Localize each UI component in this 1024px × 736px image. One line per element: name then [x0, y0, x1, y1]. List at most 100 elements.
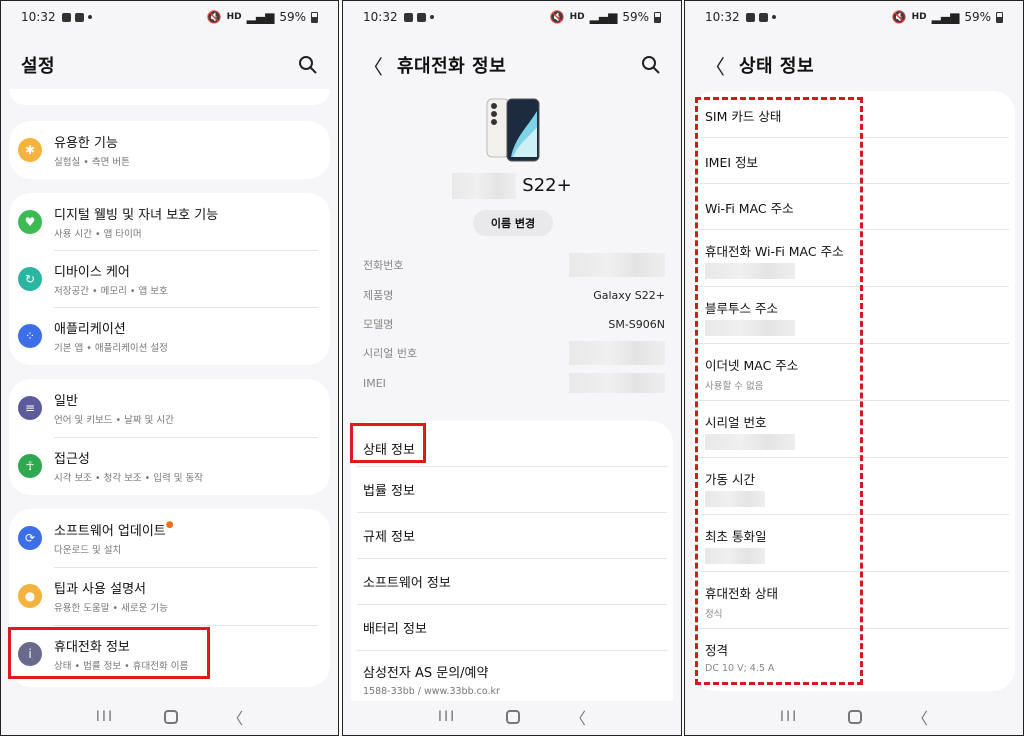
notification-dot-icon [87, 15, 92, 19]
settings-item-device-care[interactable]: ↻ 디바이스 케어 저장공간 • 메모리 • 앱 보호 [9, 250, 330, 307]
info-row-product-name: 제품명 Galaxy S22+ [363, 285, 665, 305]
navigation-bar: III 〈 [1, 699, 338, 735]
page-title: 상태 정보 [739, 56, 815, 77]
menu-label: 규제 정보 [363, 530, 415, 545]
phone-image [486, 98, 540, 162]
divider [357, 466, 667, 467]
notification-dot-icon [429, 15, 434, 19]
navigation-bar: III 〈 [343, 699, 681, 735]
item-sub: 기본 앱 • 애플리케이션 설정 [54, 342, 168, 354]
status-bar: 10:32 🔇 HD ▂▄▆ 59% [1, 1, 338, 33]
page-header: 〈 휴대전화 정보 [343, 45, 681, 85]
hd-icon: HD [226, 12, 242, 22]
highlight-dashed-box [695, 97, 863, 685]
info-label: 모델명 [363, 318, 394, 331]
hd-icon: HD [911, 12, 927, 22]
back-button[interactable]: 〈 [570, 705, 586, 729]
menu-card [351, 421, 673, 701]
status-time: 10:32 [21, 10, 56, 24]
mute-icon: 🔇 [549, 10, 565, 24]
page-title: 설정 [21, 56, 56, 77]
back-button[interactable]: 〈 [912, 705, 928, 729]
notification-icon [74, 12, 84, 22]
home-button[interactable] [506, 710, 521, 724]
item-label: 유용한 기능 [54, 136, 118, 151]
menu-label: 배터리 정보 [363, 622, 427, 637]
info-row-phone-number: 전화번호 [363, 253, 665, 277]
notification-icon [416, 12, 426, 22]
status-time: 10:32 [705, 10, 740, 24]
info-label: 시리얼 번호 [363, 347, 418, 360]
divider [357, 512, 667, 513]
notification-icon [61, 12, 71, 22]
info-row-serial: 시리얼 번호 [363, 341, 665, 365]
info-row-model-name: 모델명 SM-S906N [363, 314, 665, 334]
menu-item-regulatory[interactable]: 규제 정보 [363, 526, 665, 545]
divider [357, 650, 667, 651]
mute-icon: 🔇 [206, 10, 222, 24]
settings-item-general[interactable]: ≡ 일반 언어 및 키보드 • 날짜 및 시간 [9, 379, 330, 437]
page-header: 〈 상태 정보 [685, 45, 1023, 85]
highlight-box [350, 423, 426, 463]
recents-button[interactable]: III [96, 709, 114, 725]
menu-item-legal[interactable]: 법률 정보 [363, 480, 665, 499]
home-button[interactable] [163, 710, 178, 724]
recents-button[interactable]: III [438, 709, 456, 725]
status-info-screen: 10:32 🔇 HD ▂▄▆ 59% 〈 상태 정보 SIM 카드 상태 IME… [684, 0, 1024, 736]
battery-icon [996, 11, 1003, 23]
item-label: 애플리케이션 [54, 321, 126, 337]
settings-item-wellbeing[interactable]: ♥ 디지털 웰빙 및 자녀 보호 기능 사용 시간 • 앱 타이머 [9, 193, 330, 250]
rename-button[interactable]: 이름 변경 [473, 210, 553, 236]
recents-button[interactable]: III [780, 709, 798, 725]
item-label: 일반 [54, 394, 78, 409]
menu-item-software[interactable]: 소프트웨어 정보 [363, 572, 665, 591]
battery-icon [654, 11, 661, 23]
info-row-imei: IMEI [363, 373, 665, 393]
update-icon: ⟳ [18, 526, 42, 550]
info-label: 전화번호 [363, 259, 404, 272]
info-value: Galaxy S22+ [593, 288, 665, 302]
item-label: 소프트웨어 업데이트 [54, 524, 166, 539]
redacted-value [569, 341, 665, 365]
item-label: 팁과 사용 설명서 [54, 582, 146, 597]
highlight-box [8, 627, 210, 679]
redacted-value [569, 253, 665, 277]
settings-item-apps[interactable]: ⁘ 애플리케이션 기본 앱 • 애플리케이션 설정 [9, 307, 330, 364]
notification-icon [745, 12, 755, 22]
menu-item-battery[interactable]: 배터리 정보 [363, 618, 665, 637]
page-header: 설정 [1, 45, 338, 85]
search-icon[interactable] [298, 55, 318, 75]
item-label: 디바이스 케어 [54, 264, 130, 280]
menu-sub: 1588-33bb / www.33bb.co.kr [363, 686, 500, 697]
info-label: 제품명 [363, 289, 394, 302]
status-time: 10:32 [363, 10, 398, 24]
settings-item-accessibility[interactable]: ☥ 접근성 시각 보조 • 청각 보조 • 입력 및 동작 [9, 437, 330, 495]
item-sub: 사용 시간 • 앱 타이머 [54, 228, 142, 240]
status-bar: 10:32 🔇 HD ▂▄▆ 59% [685, 1, 1023, 33]
menu-label: 소프트웨어 정보 [363, 576, 451, 591]
back-arrow-icon[interactable]: 〈 [363, 51, 383, 80]
info-label: IMEI [363, 376, 386, 390]
signal-icon: ▂▄▆ [589, 10, 618, 24]
lightbulb-icon: ● [18, 584, 42, 608]
settings-item-advanced[interactable]: ✱ 유용한 기능 실험실 • 측면 버튼 [9, 121, 330, 179]
status-bar: 10:32 🔇 HD ▂▄▆ 59% [343, 1, 681, 33]
battery-percent: 59% [622, 10, 649, 24]
home-button[interactable] [848, 710, 863, 724]
notification-dot-icon [771, 15, 776, 19]
battery-icon [311, 11, 318, 23]
device-care-icon: ↻ [18, 266, 42, 291]
settings-item-software-update[interactable]: ⟳ 소프트웨어 업데이트● 다운로드 및 설치 [9, 509, 330, 567]
signal-icon: ▂▄▆ [931, 10, 960, 24]
item-sub: 언어 및 키보드 • 날짜 및 시간 [54, 415, 174, 426]
menu-item-service[interactable]: 삼성전자 AS 문의/예약 1588-33bb / www.33bb.co.kr [363, 662, 665, 697]
notification-icon [403, 12, 413, 22]
item-sub: 유용한 도움말 • 새로운 기능 [54, 603, 168, 614]
back-button[interactable]: 〈 [227, 705, 243, 729]
back-arrow-icon[interactable]: 〈 [705, 51, 725, 80]
settings-card-top [9, 89, 330, 105]
search-icon[interactable] [641, 55, 661, 75]
battery-percent: 59% [964, 10, 991, 24]
menu-label: 법률 정보 [363, 484, 415, 499]
settings-item-tips[interactable]: ● 팁과 사용 설명서유용한 도움말 • 새로운 기능 [9, 567, 330, 625]
